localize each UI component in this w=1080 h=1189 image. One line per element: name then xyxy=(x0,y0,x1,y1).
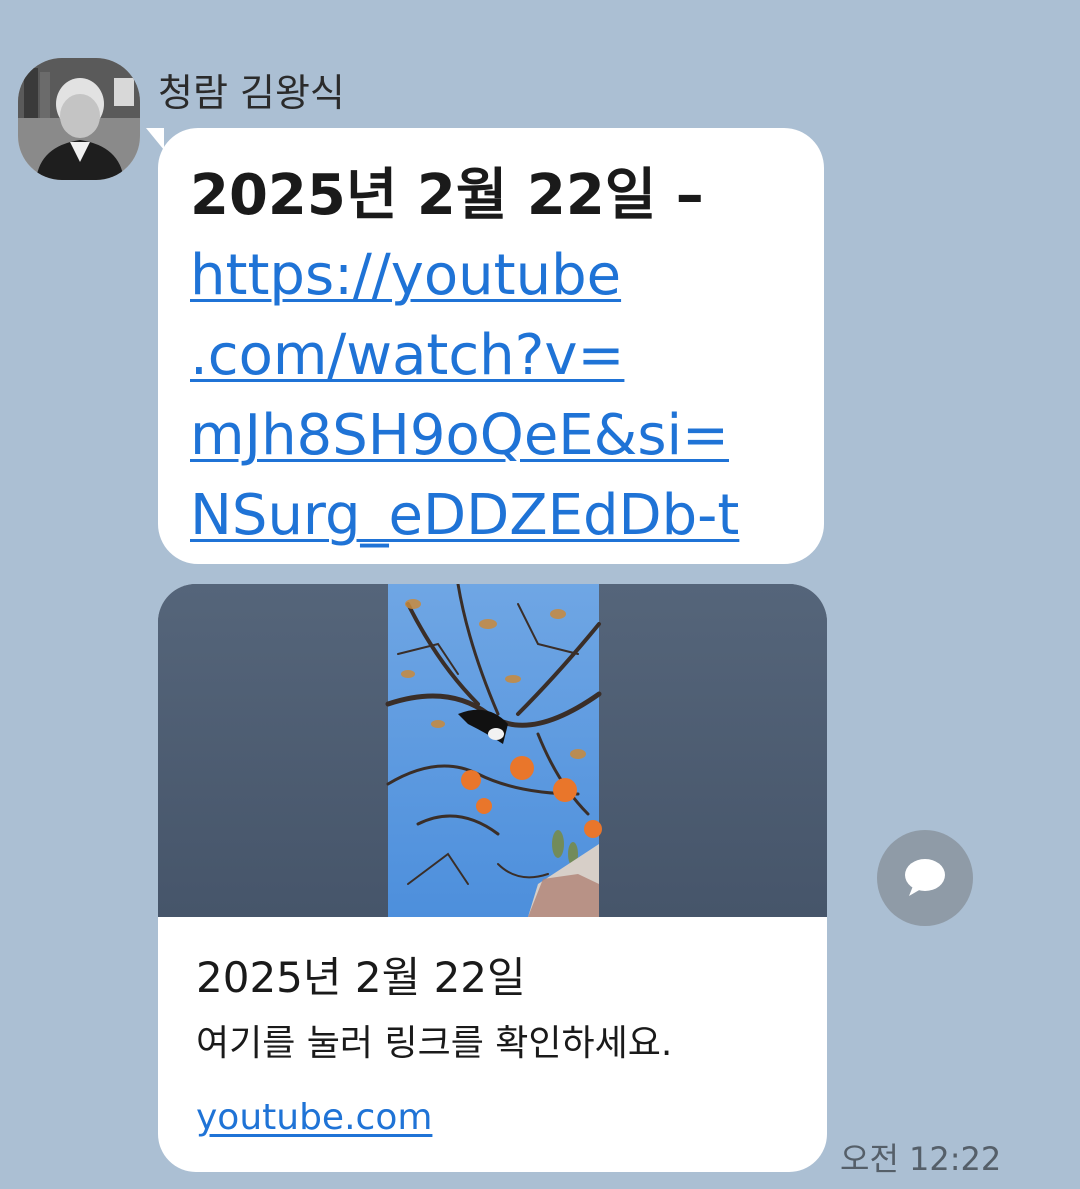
message-link-line[interactable]: mJh8SH9oQeE&si= xyxy=(190,396,804,476)
preview-domain-link[interactable]: youtube.com xyxy=(196,1094,432,1142)
preview-body: 2025년 2월 22일 여기를 눌러 링크를 확인하세요. youtube.c… xyxy=(196,952,807,1142)
speech-bubble-icon xyxy=(905,859,945,896)
bubble-tail xyxy=(146,128,164,150)
message-link-line[interactable]: .com/watch?v= xyxy=(190,316,804,396)
preview-title: 2025년 2월 22일 xyxy=(196,953,526,1002)
message-link-line[interactable]: NSurg_eDDZEdDb-t xyxy=(190,476,804,556)
link-preview-card[interactable]: 2025년 2월 22일 여기를 눌러 링크를 확인하세요. youtube.c… xyxy=(158,584,827,1172)
persimmon-tree-magpie-image xyxy=(158,584,827,917)
sender-avatar[interactable] xyxy=(18,58,140,180)
share-button[interactable] xyxy=(877,830,973,926)
message-bubble[interactable]: 2025년 2월 22일 – https://youtube .com/watc… xyxy=(158,128,824,564)
message-heading: 2025년 2월 22일 – xyxy=(190,163,704,228)
message-link-line[interactable]: https://youtube xyxy=(190,236,804,316)
sender-name: 청람 김왕식 xyxy=(158,71,345,115)
profile-photo xyxy=(18,58,140,180)
preview-description: 여기를 눌러 링크를 확인하세요. xyxy=(196,1023,673,1064)
message-timestamp: 오전 12:22 xyxy=(840,1140,1002,1178)
preview-thumbnail[interactable] xyxy=(158,584,827,917)
